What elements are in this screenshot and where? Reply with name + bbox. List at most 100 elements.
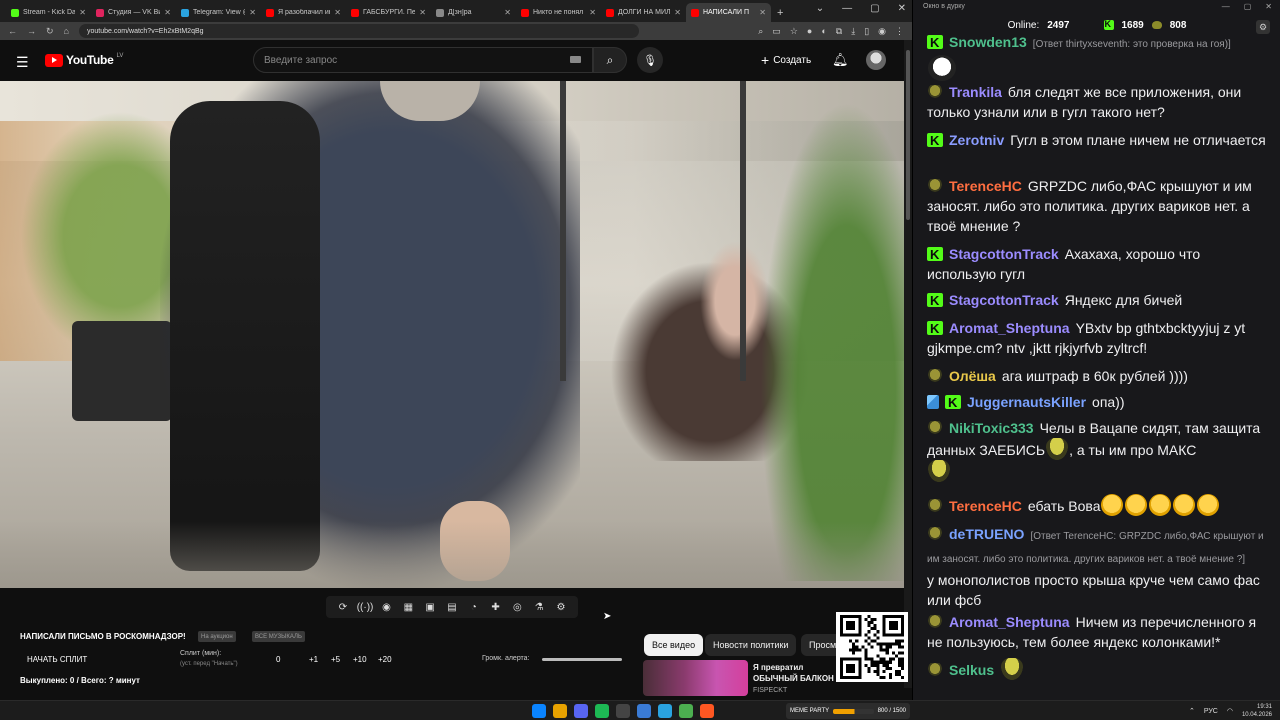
close-tab-icon[interactable]: ✕ <box>79 8 86 17</box>
chat-username[interactable]: StagcottonTrack <box>949 292 1059 308</box>
music-button[interactable]: ВСЕ МУЗЫКАЛЬ <box>252 631 305 642</box>
clock[interactable]: 19:31 10.04.2026 <box>1242 703 1272 719</box>
chat-username[interactable]: JuggernautsKiller <box>967 394 1086 410</box>
chat-username[interactable]: Aromat_Sheptuna <box>949 614 1070 630</box>
extension-tool-icon[interactable]: ⚗ <box>531 602 547 613</box>
back-icon[interactable]: ← <box>8 26 17 36</box>
taskbar-app-icon[interactable] <box>679 704 693 718</box>
recommendation-thumbnail[interactable] <box>643 660 748 696</box>
taskbar-app-icon[interactable] <box>595 704 609 718</box>
chat-username[interactable]: NikiToxic333 <box>949 420 1034 436</box>
extension-tool-icon[interactable]: ((·)) <box>357 602 374 613</box>
scrollbar-thumb[interactable] <box>906 50 910 220</box>
extension-tool-icon[interactable]: ⟳ <box>335 602 351 613</box>
create-button[interactable]: + Создать <box>753 48 819 72</box>
browser-tab[interactable]: Д[зн]ра ✕ <box>431 3 516 22</box>
browser-tab[interactable]: Telegram: View @ ✕ <box>176 3 261 22</box>
extension-tool-icon[interactable]: ✚ <box>488 602 504 613</box>
extension-tool-icon[interactable]: ▣ <box>422 602 438 613</box>
browser-tab[interactable]: ГАБСБУРГИ. Перев✕ <box>346 3 431 22</box>
profile-icon[interactable]: ◉ <box>878 26 886 37</box>
search-input[interactable]: Введите запрос <box>253 47 593 73</box>
address-bar[interactable]: youtube.com/watch?v=Eh2xBtM2qBg <box>78 24 639 38</box>
network-icon[interactable]: ◠ <box>1227 707 1233 715</box>
chat-username[interactable]: Snowden13 <box>949 34 1027 50</box>
chat-username[interactable]: Selkus <box>949 662 994 678</box>
voice-search-button[interactable]: 🎙︎ <box>637 47 663 73</box>
browser-tab[interactable]: ДОЛГИ НА МИЛЛ ✕ <box>601 3 686 22</box>
close-tab-icon[interactable]: ✕ <box>589 8 596 17</box>
youtube-logo[interactable]: YouTube LV <box>45 53 123 67</box>
new-tab-button[interactable]: + <box>771 7 789 22</box>
split-add-20-button[interactable]: +20 <box>378 655 392 664</box>
chevron-up-icon[interactable]: ⌃ <box>1189 707 1195 715</box>
close-tab-icon[interactable]: ✕ <box>419 8 426 17</box>
split-add-10-button[interactable]: +10 <box>353 655 367 664</box>
taskbar-app-icon[interactable] <box>658 704 672 718</box>
cast-icon[interactable]: ▭ <box>772 26 781 37</box>
browser-tab[interactable]: Stream - Kick Dashb✕ <box>6 3 91 22</box>
notifications-icon[interactable]: 🔔︎ <box>832 52 849 68</box>
recommendation-title[interactable]: Я превратил ОБЫЧНЫЙ БАЛКОН в ГЕЙМЕРСКИЙ <box>753 662 843 684</box>
close-tab-icon[interactable]: ✕ <box>334 8 341 17</box>
minimize-button[interactable]: — <box>842 3 852 14</box>
home-icon[interactable]: ⌂ <box>64 26 69 36</box>
close-window-button[interactable]: ✕ <box>1265 2 1272 11</box>
extension-tool-icon[interactable]: ▤ <box>444 602 460 613</box>
browser-tab[interactable]: НАПИСАЛИ П ✕ <box>686 3 771 22</box>
downloads-icon[interactable]: ⤓ <box>851 26 855 37</box>
alert-volume-slider[interactable] <box>542 658 622 661</box>
maximize-button[interactable]: ▢ <box>1244 2 1252 11</box>
extension-tool-icon[interactable]: ▦ <box>400 602 416 613</box>
reload-icon[interactable]: ↻ <box>46 26 54 37</box>
chat-username[interactable]: Zerotniv <box>949 132 1004 148</box>
start-split-button[interactable]: НАЧАТЬ СПЛИТ <box>27 655 87 664</box>
sidebar-icon[interactable]: ▯ <box>864 26 869 37</box>
recommendation-channel[interactable]: FISPECKT <box>753 687 787 694</box>
chat-username[interactable]: TerenceHC <box>949 178 1022 194</box>
taskbar-app-icon[interactable] <box>700 704 714 718</box>
taskbar-app-icon[interactable] <box>616 704 630 718</box>
extension-tool-icon[interactable]: ⚙ <box>553 602 569 613</box>
browser-tab[interactable]: Студия — VK Видео✕ <box>91 3 176 22</box>
close-tab-icon[interactable]: ✕ <box>164 8 171 17</box>
forward-icon[interactable]: → <box>27 26 36 36</box>
close-tab-icon[interactable]: ✕ <box>504 8 511 17</box>
page-scrollbar[interactable] <box>904 40 912 688</box>
extension-tool-icon[interactable]: ◔ <box>466 602 482 613</box>
menu-icon[interactable]: ⋮ <box>895 26 904 37</box>
tab-search-icon[interactable]: ⌄ <box>816 3 824 14</box>
chip-politics-news[interactable]: Новости политики <box>705 634 797 656</box>
avatar[interactable] <box>866 50 886 70</box>
taskbar-app-icon[interactable] <box>574 704 588 718</box>
split-add-5-button[interactable]: +5 <box>331 655 340 664</box>
taskbar-app-icon[interactable] <box>553 704 567 718</box>
extension-icon[interactable]: ● <box>807 26 812 37</box>
zoom-icon[interactable]: ⌕ <box>758 26 763 37</box>
auction-button[interactable]: На аукцион <box>198 631 236 642</box>
split-add-1-button[interactable]: +1 <box>309 655 318 664</box>
maximize-button[interactable]: ▢ <box>870 3 879 14</box>
menu-icon[interactable]: ☰ <box>16 54 29 71</box>
star-icon[interactable]: ☆ <box>790 26 798 37</box>
close-tab-icon[interactable]: ✕ <box>249 8 256 17</box>
chat-username[interactable]: deTRUENO <box>949 526 1024 542</box>
taskbar-app-icon[interactable] <box>637 704 651 718</box>
chat-username[interactable]: Олёша <box>949 368 996 384</box>
extension-tool-icon[interactable]: ◉ <box>379 602 395 613</box>
extensions-icon[interactable]: ⧉ <box>836 26 842 37</box>
language-indicator[interactable]: РУС <box>1204 708 1218 715</box>
chip-all-videos[interactable]: Все видео <box>644 634 704 656</box>
split-value[interactable]: 0 <box>276 655 280 664</box>
chat-username[interactable]: Aromat_Sheptuna <box>949 320 1070 336</box>
browser-tab[interactable]: Я разоблачил инд ✕ <box>261 3 346 22</box>
chat-username[interactable]: StagcottonTrack <box>949 246 1059 262</box>
video-player[interactable] <box>0 81 904 588</box>
close-tab-icon[interactable]: ✕ <box>759 8 766 17</box>
extension-icon[interactable]: ◐ <box>821 26 826 37</box>
taskbar-app-icon[interactable] <box>532 704 546 718</box>
keyboard-icon[interactable] <box>570 56 581 63</box>
chat-username[interactable]: Trankila <box>949 84 1002 100</box>
chat-username[interactable]: TerenceHC <box>949 498 1022 514</box>
close-window-button[interactable]: ✕ <box>898 3 906 14</box>
